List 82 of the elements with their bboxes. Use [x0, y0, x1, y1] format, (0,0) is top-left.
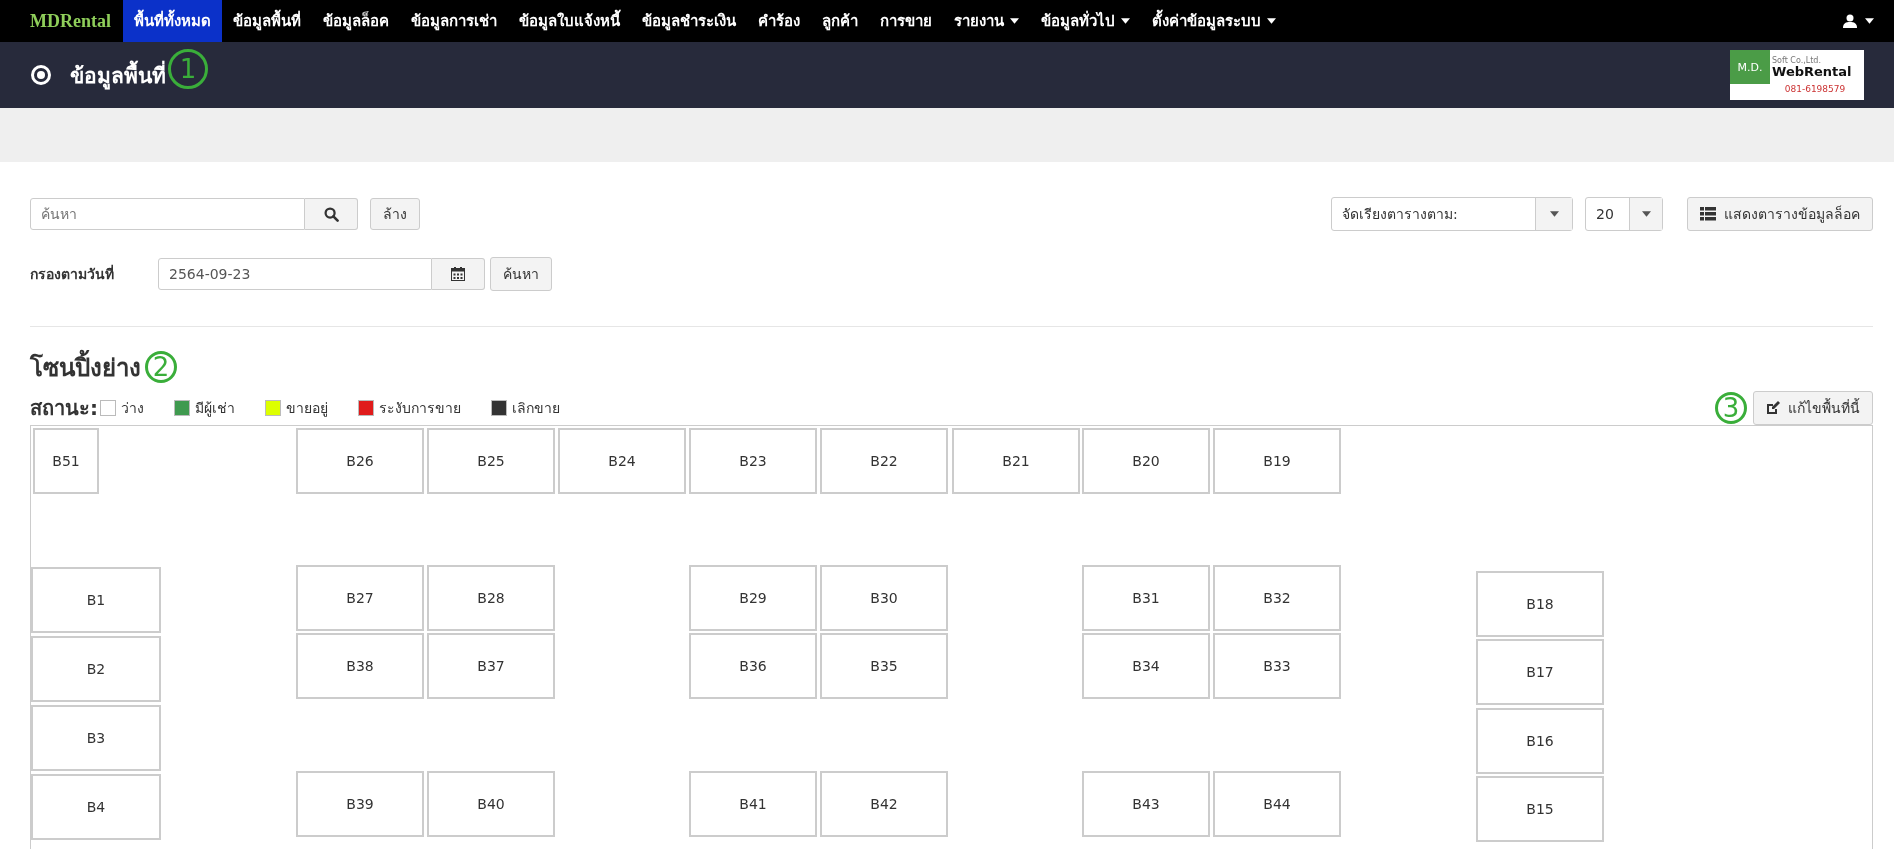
plot-tile[interactable]: B29	[689, 565, 817, 631]
plot-tile[interactable]: B4	[31, 774, 161, 840]
caret-icon	[1121, 18, 1130, 24]
plot-tile[interactable]: B38	[296, 633, 424, 699]
plot-tile[interactable]: B44	[1213, 771, 1341, 837]
edit-area-button[interactable]: แก้ไขพื้นที่นี้	[1753, 391, 1873, 425]
plot-tile[interactable]: B15	[1476, 776, 1604, 842]
nav-item[interactable]: ข้อมูลใบแจ้งหนี้	[508, 0, 631, 42]
plot-tile[interactable]: B42	[820, 771, 948, 837]
calendar-button[interactable]	[432, 258, 485, 290]
plot-tile[interactable]: B20	[1082, 428, 1210, 494]
plot-tile[interactable]: B1	[31, 567, 161, 633]
search-button[interactable]	[305, 198, 358, 230]
plot-tile[interactable]: B43	[1082, 771, 1210, 837]
nav-item[interactable]: ข้อมูลล็อค	[312, 0, 400, 42]
status-label: สถานะ:	[30, 395, 98, 422]
zone-title: โซนปิ้งย่าง	[30, 347, 141, 387]
plot-tile[interactable]: B19	[1213, 428, 1341, 494]
caret-icon	[1549, 211, 1559, 217]
nav-item[interactable]: ข้อมูลชำระเงิน	[631, 0, 747, 42]
legend-label: เลิกขาย	[512, 399, 560, 418]
date-filter-label: กรองตามวันที่	[30, 263, 115, 284]
plot-tile[interactable]: B32	[1213, 565, 1341, 631]
plot-tile[interactable]: B18	[1476, 571, 1604, 637]
nav-item[interactable]: รายงาน	[943, 0, 1030, 42]
legend-label: ว่าง	[121, 399, 144, 418]
plot-tile[interactable]: B37	[427, 633, 555, 699]
plot-tile[interactable]: B35	[820, 633, 948, 699]
plot-tile[interactable]: B34	[1082, 633, 1210, 699]
nav-item[interactable]: ลูกค้า	[811, 0, 869, 42]
clear-button[interactable]: ล้าง	[370, 198, 420, 230]
caret-icon	[1267, 18, 1276, 24]
plot-tile[interactable]: B17	[1476, 639, 1604, 705]
target-icon	[30, 64, 52, 86]
plot-tile[interactable]: B23	[689, 428, 817, 494]
plot-tile[interactable]: B33	[1213, 633, 1341, 699]
plot-tile[interactable]: B27	[296, 565, 424, 631]
calendar-icon	[451, 267, 465, 281]
show-table-button[interactable]: แสดงตารางข้อมูลล็อค	[1687, 197, 1873, 231]
page-size-select[interactable]: 20	[1585, 197, 1663, 231]
date-field[interactable]: 2564-09-23	[158, 258, 432, 290]
nav-item[interactable]: คำร้อง	[747, 0, 811, 42]
plot-tile[interactable]: B31	[1082, 565, 1210, 631]
search-field[interactable]: ค้นหา	[30, 198, 305, 230]
legend-label: ขายอยู่	[286, 399, 328, 419]
sort-select[interactable]: จัดเรียงตารางตาม:	[1331, 197, 1573, 231]
search-icon	[323, 206, 339, 222]
list-icon	[1700, 207, 1716, 221]
annotation-number: 1	[168, 49, 208, 89]
plot-tile[interactable]: B28	[427, 565, 555, 631]
annotation-number: 2	[145, 351, 177, 383]
plot-tile[interactable]: B41	[689, 771, 817, 837]
plot-tile[interactable]: B36	[689, 633, 817, 699]
search-button[interactable]: ค้นหา	[490, 257, 552, 291]
legend-label: ระงับการขาย	[379, 399, 461, 418]
nav-item[interactable]: ข้อมูลพื้นที่	[222, 0, 312, 42]
annotation-number: 3	[1715, 392, 1747, 424]
plot-tile[interactable]: B39	[296, 771, 424, 837]
plot-tile[interactable]: B2	[31, 636, 161, 702]
legend-label: มีผู้เช่า	[195, 399, 235, 419]
caret-icon	[1865, 18, 1874, 24]
edit-icon	[1766, 401, 1780, 415]
nav-item[interactable]: ตั้งค่าข้อมูลระบบ	[1141, 0, 1287, 42]
nav-item[interactable]: การขาย	[869, 0, 943, 42]
nav-item[interactable]: พื้นที่ทั้งหมด	[123, 0, 222, 42]
nav-item[interactable]: ข้อมูลทั่วไป	[1030, 0, 1141, 42]
plot-tile[interactable]: B51	[33, 428, 99, 494]
plot-tile[interactable]: B24	[558, 428, 686, 494]
caret-icon	[1010, 18, 1019, 24]
plot-tile[interactable]: B40	[427, 771, 555, 837]
plot-tile[interactable]: B16	[1476, 708, 1604, 774]
plot-tile[interactable]: B30	[820, 565, 948, 631]
brand-logo[interactable]: MDRental	[30, 0, 111, 42]
plot-tile[interactable]: B25	[427, 428, 555, 494]
plot-tile[interactable]: B26	[296, 428, 424, 494]
nav-item[interactable]: ข้อมูลการเช่า	[400, 0, 508, 42]
plot-tile[interactable]: B22	[820, 428, 948, 494]
plot-tile[interactable]: B3	[31, 705, 161, 771]
caret-icon	[1641, 211, 1651, 217]
plot-tile[interactable]: B21	[952, 428, 1080, 494]
page-title: ข้อมูลพื้นที่	[70, 58, 166, 92]
user-icon	[1843, 14, 1857, 28]
